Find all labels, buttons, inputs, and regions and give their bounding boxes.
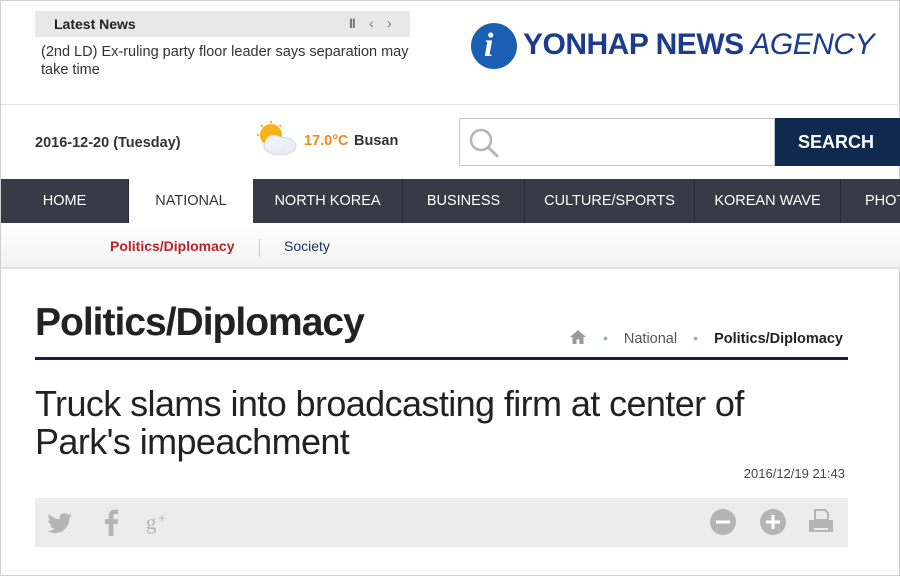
search-input[interactable] (506, 127, 768, 157)
breadcrumb-separator: • (693, 330, 699, 346)
facebook-icon[interactable] (97, 508, 127, 538)
subnav-item-society[interactable]: Society (284, 238, 330, 254)
search-icon (469, 128, 499, 158)
nav-item-culture-sports[interactable]: CULTURE/SPORTS (525, 179, 695, 223)
article-timestamp: 2016/12/19 21:43 (743, 466, 845, 481)
search-box (459, 118, 775, 166)
latest-news-label: Latest News (54, 16, 136, 32)
sun-cloud-icon (257, 121, 297, 156)
svg-text:+: + (158, 511, 165, 525)
search-button[interactable]: SEARCH (775, 118, 900, 166)
share-toolbar: g + (35, 498, 848, 547)
temperature: 17.0°C (304, 133, 349, 149)
chevron-left-icon[interactable]: ‹ (369, 15, 374, 31)
subnav-item-politics-diplomacy[interactable]: Politics/Diplomacy (110, 238, 234, 254)
nav-item-korean-wave[interactable]: KOREAN WAVE (695, 179, 841, 223)
latest-news-headline[interactable]: (2nd LD) Ex-ruling party floor leader sa… (41, 43, 411, 79)
logo-wordmark: YONHAP NEWS AGENCY (523, 28, 875, 61)
print-icon[interactable] (807, 508, 835, 536)
subnav-divider (259, 239, 260, 257)
home-icon[interactable] (569, 329, 587, 345)
section-divider (35, 357, 848, 360)
sub-nav: Politics/Diplomacy Society (1, 223, 900, 269)
top-bar: Latest News II ‹ › (2nd LD) Ex-ruling pa… (1, 1, 900, 105)
main-nav: HOME NATIONAL NORTH KOREA BUSINESS CULTU… (1, 179, 900, 223)
yonhap-logo-icon: i (471, 23, 517, 69)
twitter-icon[interactable] (45, 508, 75, 538)
nav-item-business[interactable]: BUSINESS (403, 179, 525, 223)
zoom-out-icon[interactable] (709, 508, 737, 536)
breadcrumb-current[interactable]: Politics/Diplomacy (714, 331, 843, 347)
chevron-right-icon[interactable]: › (387, 15, 392, 31)
breadcrumb-national[interactable]: National (624, 331, 677, 347)
current-date: 2016-12-20 (Tuesday) (35, 135, 181, 151)
weather-city: Busan (354, 133, 399, 149)
nav-item-north-korea[interactable]: NORTH KOREA (253, 179, 403, 223)
yonhap-logo[interactable]: i YONHAP NEWS AGENCY (471, 21, 881, 71)
svg-text:g: g (146, 510, 157, 534)
breadcrumb-separator: • (602, 330, 608, 346)
latest-news-bar: Latest News II ‹ › (35, 11, 410, 37)
section-title: Politics/Diplomacy (35, 301, 365, 344)
pause-icon[interactable]: II (349, 15, 356, 31)
nav-item-photo[interactable]: PHOTO (841, 179, 900, 223)
nav-item-national[interactable]: NATIONAL (129, 179, 253, 223)
zoom-in-icon[interactable] (759, 508, 787, 536)
article-headline: Truck slams into broadcasting firm at ce… (35, 383, 744, 462)
breadcrumb: • National • Politics/Diplomacy (569, 329, 843, 347)
nav-item-home[interactable]: HOME (1, 179, 129, 223)
google-plus-icon[interactable]: g + (145, 508, 175, 538)
